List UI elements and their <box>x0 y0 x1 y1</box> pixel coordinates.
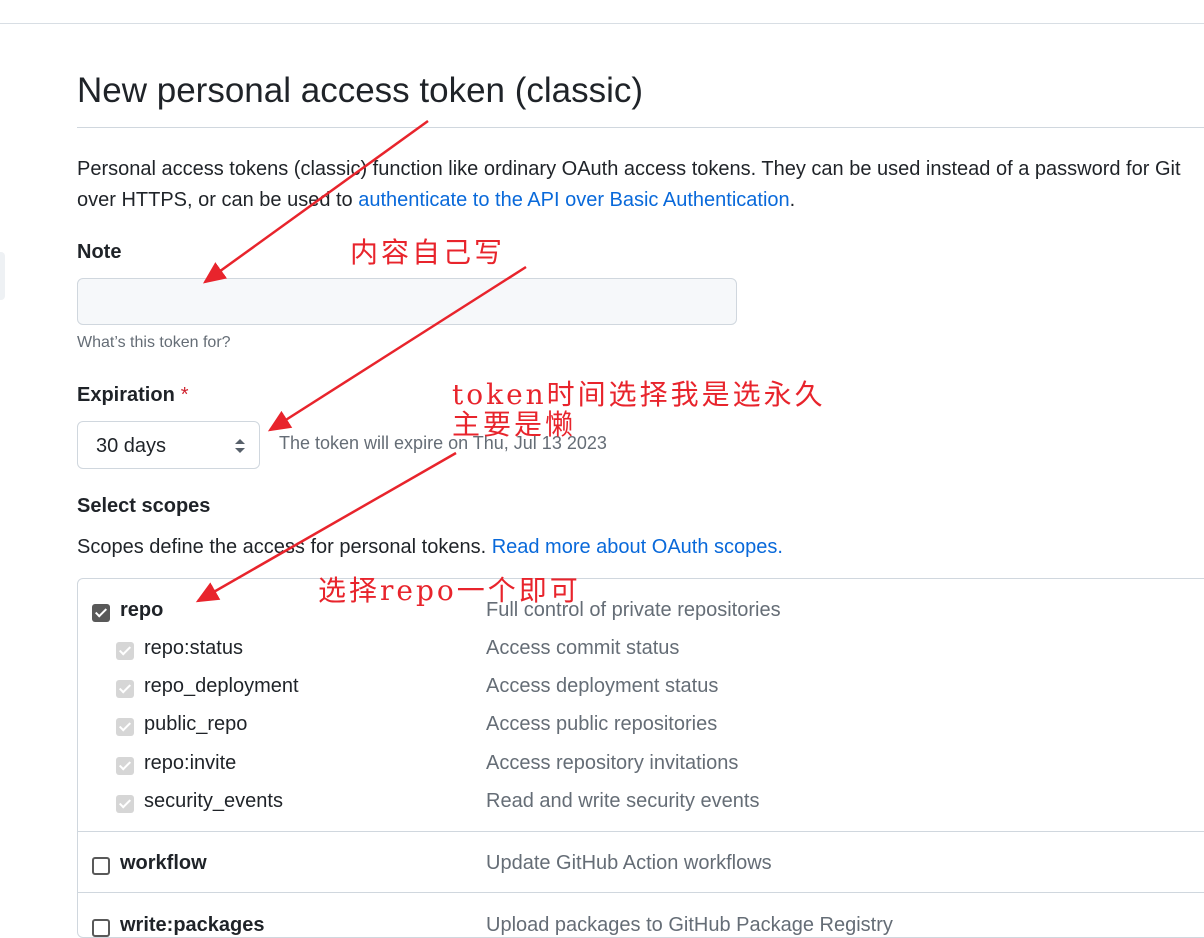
note-input[interactable] <box>77 278 737 325</box>
intro-line-1: Personal access tokens (classic) functio… <box>77 158 1181 180</box>
scope-name: repo:status <box>144 637 243 659</box>
scope-name: repo_deployment <box>144 675 299 697</box>
scope-name: repo:invite <box>144 752 237 774</box>
intro-suffix: . <box>789 189 796 211</box>
scope-description: Access repository invitations <box>486 752 739 774</box>
scope-group-divider <box>78 831 1204 832</box>
scope-description: Access deployment status <box>486 675 719 697</box>
expiration-selected-value: 30 days <box>96 435 167 457</box>
oauth-scopes-link[interactable]: Read more about OAuth scopes. <box>492 536 783 558</box>
expiration-label-text: Expiration <box>77 384 175 406</box>
intro-text: Personal access tokens (classic) functio… <box>77 154 1204 216</box>
scope-description: Access commit status <box>486 637 680 659</box>
annotation-expiration-line2: 主要是懒 <box>452 408 577 441</box>
scope-row-repo-invite[interactable]: repo:invite Access repository invitation… <box>78 747 1204 785</box>
repo-status-checkbox[interactable] <box>116 642 134 660</box>
write-packages-checkbox[interactable] <box>92 919 110 937</box>
note-hint: What’s this token for? <box>77 334 231 351</box>
scopes-label: Select scopes <box>77 495 211 517</box>
repo-checkbox[interactable] <box>92 604 110 622</box>
scopes-description-text: Scopes define the access for personal to… <box>77 536 492 558</box>
scope-description: Read and write security events <box>486 790 760 812</box>
side-panel-tab[interactable] <box>0 252 5 300</box>
note-label: Note <box>77 241 122 263</box>
scope-row-repo-deployment[interactable]: repo_deployment Access deployment status <box>78 670 1204 708</box>
scope-name: public_repo <box>144 713 248 735</box>
workflow-checkbox[interactable] <box>92 857 110 875</box>
scopes-description: Scopes define the access for personal to… <box>77 536 783 559</box>
select-caret-icon <box>235 439 245 453</box>
basic-auth-link[interactable]: authenticate to the API over Basic Authe… <box>358 189 789 211</box>
scope-row-security-events[interactable]: security_events Read and write security … <box>78 785 1204 823</box>
public-repo-checkbox[interactable] <box>116 718 134 736</box>
scope-row-workflow[interactable]: workflow Update GitHub Action workflows <box>78 847 1204 885</box>
scope-description: Access public repositories <box>486 713 718 735</box>
intro-prefix: over HTTPS, or can be used to <box>77 189 359 211</box>
required-mark: * <box>180 384 189 406</box>
title-divider <box>77 127 1204 128</box>
annotation-scope: 选择repo一个即可 <box>318 574 581 607</box>
security-events-checkbox[interactable] <box>116 795 134 813</box>
repo-invite-checkbox[interactable] <box>116 757 134 775</box>
scope-row-write-packages[interactable]: write:packages Upload packages to GitHub… <box>78 909 1204 937</box>
repo-deployment-checkbox[interactable] <box>116 680 134 698</box>
scope-name: workflow <box>120 852 207 874</box>
page-title: New personal access token (classic) <box>77 71 644 110</box>
scope-row-public-repo[interactable]: public_repo Access public repositories <box>78 708 1204 746</box>
annotation-note: 内容自己写 <box>350 236 506 269</box>
expiration-select[interactable]: 30 days <box>77 421 260 469</box>
expiration-label: Expiration * <box>77 384 189 407</box>
scope-row-repo[interactable]: repo Full control of private repositorie… <box>78 594 1204 632</box>
annotation-expiration-line1: token时间选择我是选永久 <box>452 378 826 411</box>
intro-line-2: over HTTPS, or can be used to authentica… <box>77 185 1204 216</box>
scopes-list: repo Full control of private repositorie… <box>77 578 1204 938</box>
top-divider <box>0 23 1204 24</box>
scope-name: security_events <box>144 790 283 812</box>
scope-group-divider <box>78 892 1204 893</box>
scope-row-repo-status[interactable]: repo:status Access commit status <box>78 632 1204 670</box>
scope-name: repo <box>120 599 164 621</box>
scope-description: Update GitHub Action workflows <box>486 852 772 874</box>
